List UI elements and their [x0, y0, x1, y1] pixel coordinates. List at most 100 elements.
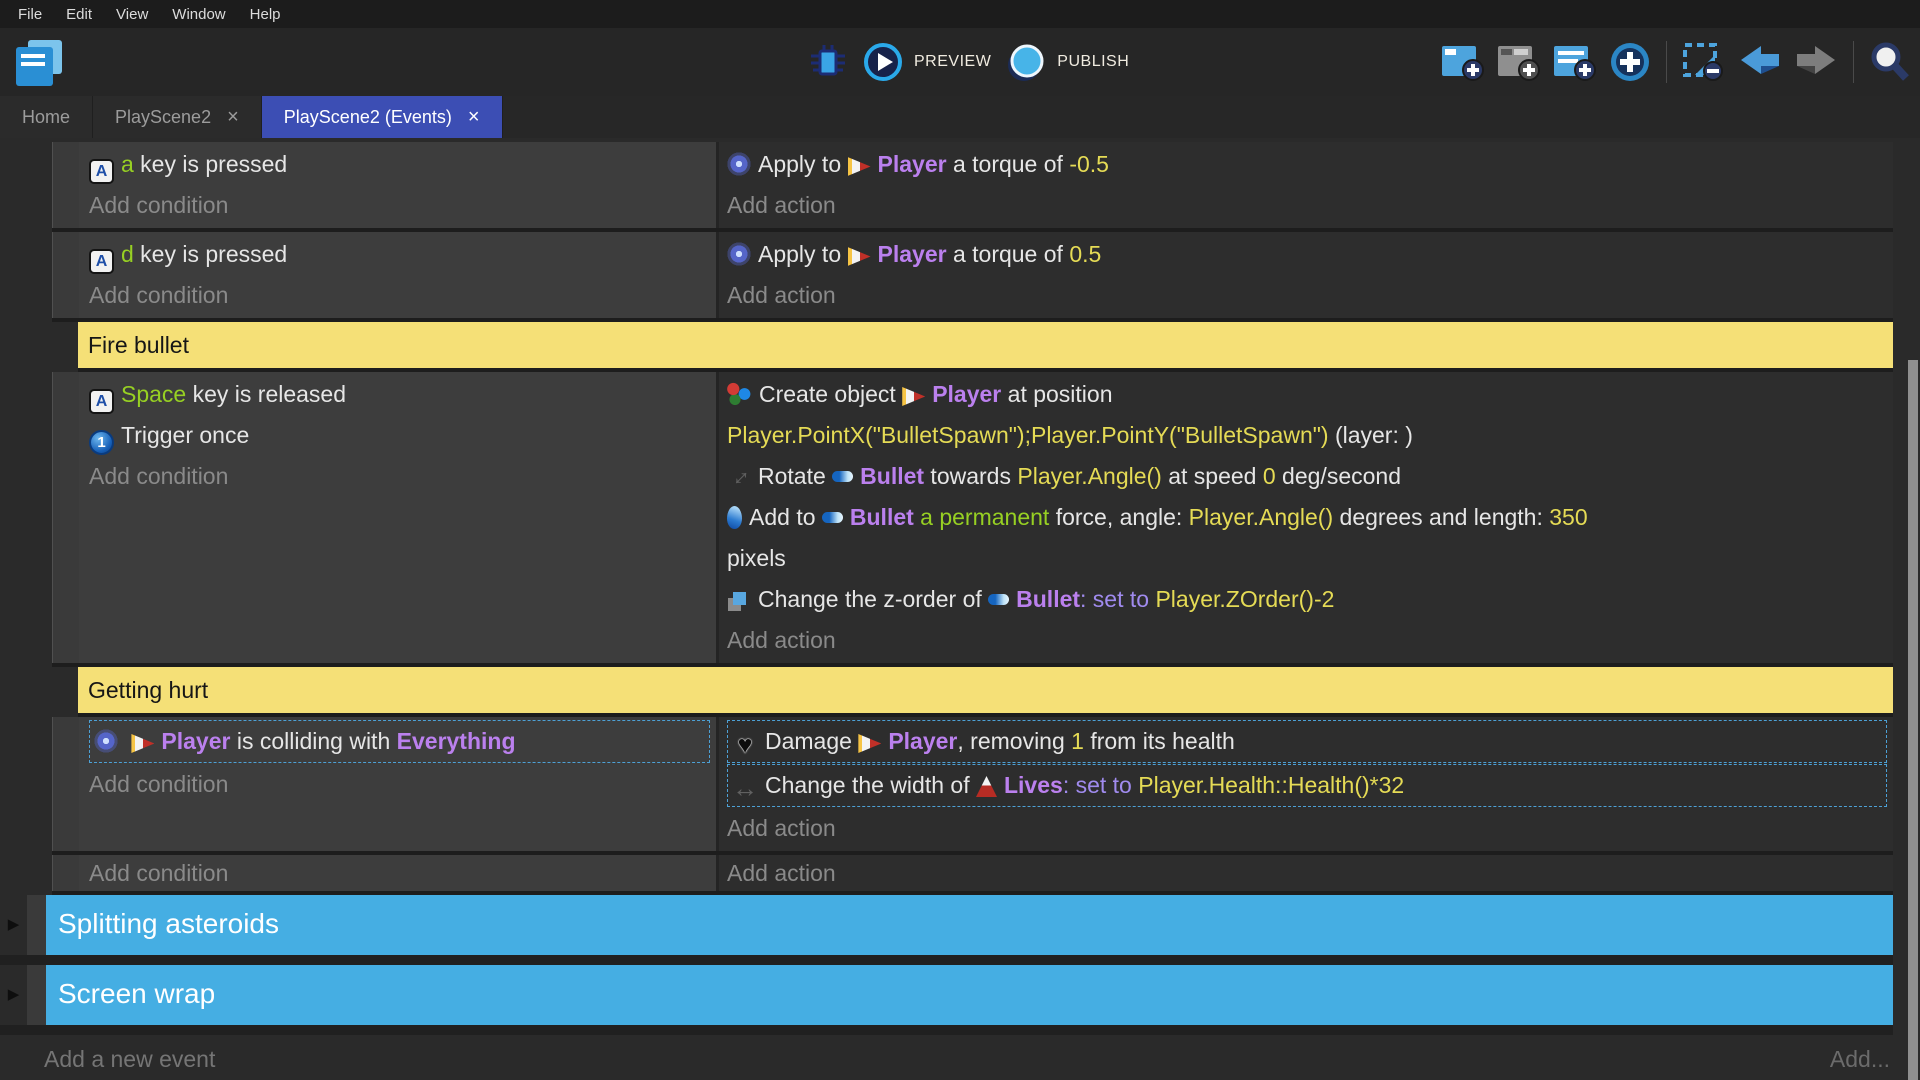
publish-button[interactable]: PUBLISH: [1005, 41, 1129, 83]
action-row[interactable]: Add to Bullet a permanent force, angle: …: [727, 497, 1887, 579]
menu-window[interactable]: Window: [160, 6, 237, 23]
search-icon[interactable]: [1868, 40, 1912, 84]
add-condition-link[interactable]: Add condition: [89, 764, 710, 805]
menu-file[interactable]: File: [6, 6, 54, 23]
collapse-arrow-icon[interactable]: ▶: [0, 895, 27, 955]
action-row[interactable]: Damage Player, removing 1 from its healt…: [727, 720, 1887, 763]
add-condition-link[interactable]: Add condition: [89, 855, 710, 891]
clear-selection-icon[interactable]: [1681, 41, 1727, 83]
collapse-arrow-icon[interactable]: ▶: [0, 965, 27, 1025]
debugger-icon[interactable]: [808, 42, 848, 82]
add-condition-link[interactable]: Add condition: [89, 275, 710, 316]
menu-view[interactable]: View: [104, 6, 160, 23]
condition-row[interactable]: Player is colliding with Everything: [89, 720, 710, 763]
condition-row[interactable]: Space key is released: [89, 374, 710, 415]
add-new-event-link[interactable]: Add a new event: [44, 1046, 215, 1072]
tab-label: PlayScene2 (Events): [284, 107, 452, 128]
actions-cell[interactable]: Create object Player at position Player.…: [719, 372, 1893, 663]
tab-playscene2-events[interactable]: PlayScene2 (Events) ×: [262, 96, 503, 138]
action-row[interactable]: Apply to Player a torque of 0.5: [727, 234, 1887, 275]
action-row[interactable]: Change the z-order of Bullet: set to Pla…: [727, 579, 1887, 620]
create-icon: [727, 381, 752, 406]
action-row[interactable]: Rotate Bullet towards Player.Angle() at …: [727, 456, 1887, 497]
add-comment-icon[interactable]: [1552, 41, 1598, 83]
conditions-cell[interactable]: a key is pressed Add condition: [79, 142, 719, 228]
condition-row[interactable]: d key is pressed: [89, 234, 710, 275]
tab-home[interactable]: Home: [0, 96, 93, 138]
conditions-cell[interactable]: Player is colliding with Everything Add …: [79, 717, 719, 851]
add-subevent-icon[interactable]: [1496, 41, 1542, 83]
text-segment: Bullet: [1016, 586, 1080, 612]
add-condition-link[interactable]: Add condition: [89, 185, 710, 226]
group-title[interactable]: Splitting asteroids: [46, 895, 1893, 955]
menu-bar: File Edit View Window Help: [0, 0, 1920, 28]
toolbar-separator: [1666, 41, 1667, 83]
menu-edit[interactable]: Edit: [54, 6, 104, 23]
action-row[interactable]: Change the width of Lives: set to Player…: [727, 764, 1887, 807]
condition-row[interactable]: a key is pressed: [89, 144, 710, 185]
text-segment: deg/second: [1276, 463, 1401, 489]
redo-icon[interactable]: [1793, 42, 1839, 82]
physics-icon: [94, 729, 118, 753]
add-event-icon[interactable]: [1440, 41, 1486, 83]
rotate-icon: [727, 464, 751, 488]
close-icon[interactable]: ×: [468, 107, 480, 127]
events-sheet: a key is pressed Add condition Apply to …: [0, 138, 1920, 1080]
text-segment: Trigger once: [121, 422, 249, 448]
add-action-link[interactable]: Add action: [727, 275, 1887, 316]
actions-cell[interactable]: Add action: [719, 855, 1893, 891]
bullet-icon: [832, 471, 853, 482]
vertical-scrollbar[interactable]: [1908, 360, 1918, 1080]
comment-row[interactable]: Getting hurt: [78, 667, 1893, 717]
add-action-link[interactable]: Add action: [727, 185, 1887, 226]
actions-cell[interactable]: Apply to Player a torque of 0.5 Add acti…: [719, 232, 1893, 318]
undo-icon[interactable]: [1737, 42, 1783, 82]
event-drag-handle[interactable]: [52, 232, 79, 318]
toolbar: PREVIEW PUBLISH: [0, 28, 1920, 96]
comment-row[interactable]: Fire bullet: [78, 322, 1893, 372]
add-button[interactable]: Add...: [1830, 1035, 1890, 1080]
text-segment: , removing: [957, 728, 1071, 754]
group-title[interactable]: Screen wrap: [46, 965, 1893, 1025]
text-segment: Player.ZOrder()-2: [1155, 586, 1334, 612]
add-action-link[interactable]: Add action: [727, 808, 1887, 849]
text-segment: 0: [1263, 463, 1276, 489]
group-drag-handle[interactable]: [27, 895, 46, 955]
condition-row[interactable]: Trigger once: [89, 415, 710, 456]
text-segment: -0.5: [1069, 151, 1109, 177]
action-row[interactable]: Apply to Player a torque of -0.5: [727, 144, 1887, 185]
event-drag-handle[interactable]: [52, 855, 79, 891]
action-row[interactable]: Create object Player at position Player.…: [727, 374, 1887, 456]
actions-cell[interactable]: Apply to Player a torque of -0.5 Add act…: [719, 142, 1893, 228]
group-drag-handle[interactable]: [27, 965, 46, 1025]
add-action-link[interactable]: Add action: [727, 855, 1887, 891]
globe-icon: [1005, 41, 1047, 83]
tab-playscene2[interactable]: PlayScene2 ×: [93, 96, 262, 138]
player-icon: [848, 247, 871, 266]
actions-cell[interactable]: Damage Player, removing 1 from its healt…: [719, 717, 1893, 851]
add-circle-icon[interactable]: [1608, 40, 1652, 84]
close-icon[interactable]: ×: [227, 107, 239, 127]
add-condition-link[interactable]: Add condition: [89, 456, 710, 497]
zorder-icon: [733, 592, 746, 605]
event-drag-handle[interactable]: [52, 142, 79, 228]
text-segment: Player: [888, 728, 957, 754]
text-segment: [125, 728, 131, 754]
event-drag-handle[interactable]: [52, 717, 79, 851]
event-drag-handle[interactable]: [52, 372, 79, 663]
play-icon: [862, 41, 904, 83]
menu-help[interactable]: Help: [238, 6, 293, 23]
conditions-cell[interactable]: Space key is released Trigger once Add c…: [79, 372, 719, 663]
force-icon: [727, 506, 742, 529]
text-segment: key is released: [186, 381, 346, 407]
preview-button[interactable]: PREVIEW: [862, 41, 991, 83]
conditions-cell[interactable]: d key is pressed Add condition: [79, 232, 719, 318]
gdevelop-logo-icon[interactable]: [16, 40, 62, 86]
conditions-cell[interactable]: Add condition: [79, 855, 719, 891]
text-segment: 1: [1071, 728, 1084, 754]
gdevelop-window: File Edit View Window Help P: [0, 0, 1920, 1080]
toolbar-separator: [1853, 41, 1854, 83]
physics-icon: [727, 152, 751, 176]
event-row: a key is pressed Add condition Apply to …: [52, 142, 1893, 232]
add-action-link[interactable]: Add action: [727, 620, 1887, 661]
